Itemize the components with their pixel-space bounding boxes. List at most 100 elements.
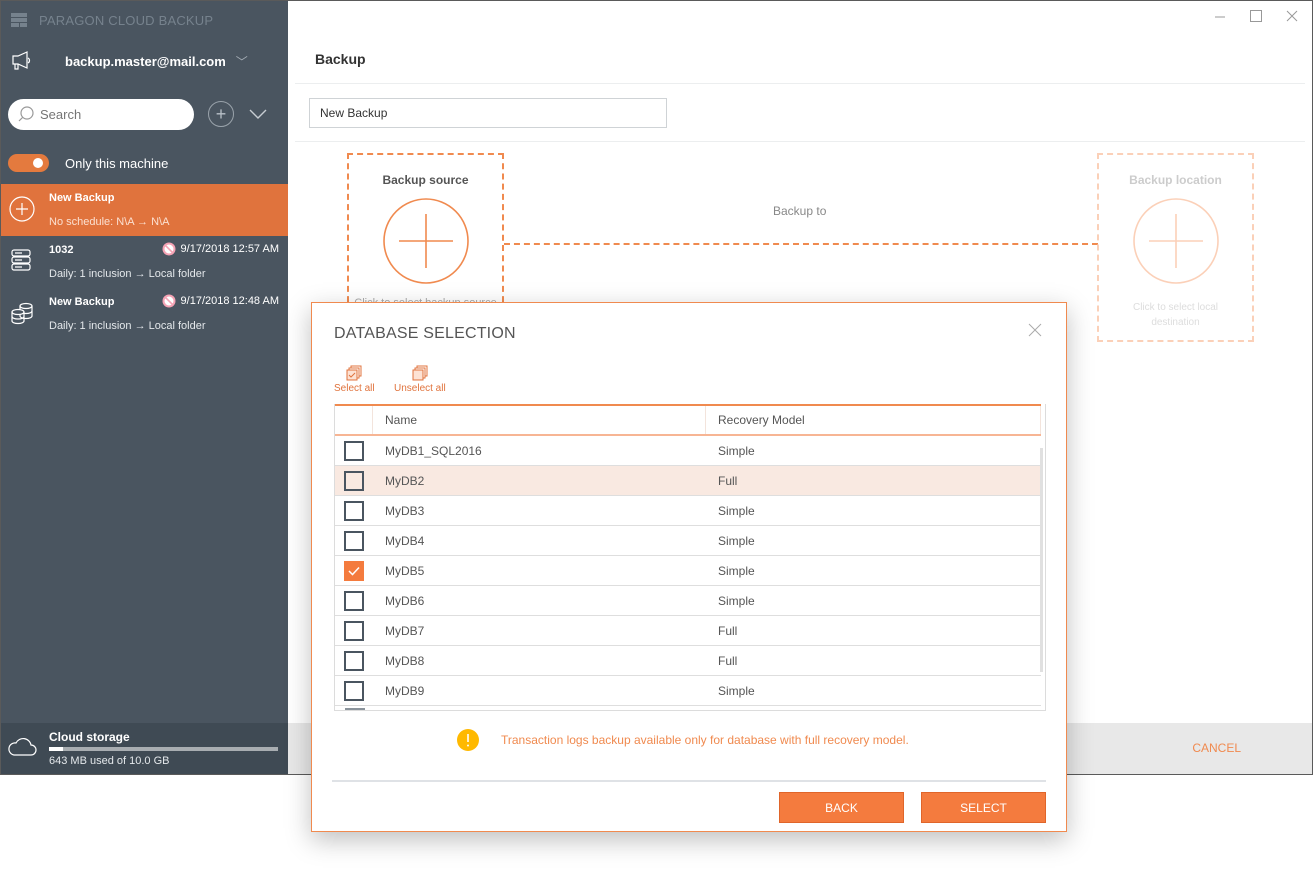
row-checkbox-cell [335,440,373,461]
account-selector[interactable]: backup.master@mail.com ﹀ [11,49,248,73]
database-icon [11,302,33,325]
database-grid: Name Recovery Model MyDB1_SQL2016 Simple M… [334,404,1046,711]
only-this-machine-toggle[interactable] [8,154,49,172]
database-name: MyDB3 [385,503,425,518]
search-row: + [8,98,283,130]
add-circle-icon [9,196,35,222]
source-destination-connector [504,243,1098,245]
table-row[interactable]: MyDB8 Full [335,646,1041,676]
minimize-button[interactable] [1213,9,1227,23]
plan-date-text: 9/17/2018 12:57 AM [180,243,279,255]
add-destination-icon[interactable] [1132,197,1220,285]
chevron-down-icon[interactable] [249,108,267,120]
cloud-storage-label: Cloud storage [49,730,130,744]
plan-item-1032[interactable]: 1032 9/17/2018 12:57 AM Daily: 1 inclusi… [1,236,288,288]
database-name: MyDB5 [385,563,425,578]
recovery-model: Simple [718,683,755,698]
maximize-button[interactable] [1249,9,1263,23]
add-plan-button[interactable]: + [208,101,234,127]
database-name: MyDB6 [385,593,425,608]
table-row[interactable]: MyDB6 Simple [335,586,1041,616]
plan-name: 1032 [49,244,74,256]
add-source-icon[interactable] [382,197,470,285]
column-header-checkbox [335,406,373,434]
row-checkbox[interactable] [344,440,364,461]
plan-subtitle: Daily: 1 inclusion → Local folder [49,320,206,332]
chevron-down-icon[interactable]: ﹀ [236,53,248,70]
app-title-bar: PARAGON CLOUD BACKUP [11,10,213,30]
app-title: PARAGON CLOUD BACKUP [39,12,214,28]
plan-name: New Backup [49,296,115,308]
row-checkbox-cell [335,470,373,491]
row-checkbox[interactable] [344,500,364,521]
row-checkbox-cell [335,620,373,641]
close-window-button[interactable] [1285,9,1299,23]
select-all-icon [346,365,362,381]
server-stack-icon [11,13,27,27]
database-name: MyDB7 [385,623,425,638]
backup-source-title: Backup source [382,173,469,187]
database-name: MyDB2 [385,473,425,488]
recovery-model: Simple [718,563,755,578]
recovery-model-notice: Transaction logs backup available only f… [457,729,909,751]
row-checkbox-cell [335,680,373,701]
divider [295,141,1305,142]
row-checkbox[interactable] [344,620,364,641]
recovery-model: Full [718,623,738,638]
storage-usage-fill [49,747,64,751]
cloud-storage-panel[interactable]: Cloud storage 643 MB used of 10.0 GB [1,723,288,774]
database-name: MyDB8 [385,653,425,668]
plan-item-new-backup[interactable]: New Backup No schedule: N\A → N\A [1,184,288,236]
storage-usage-text: 643 MB used of 10.0 GB [49,755,170,767]
no-entry-icon [162,242,176,256]
column-header-name[interactable]: Name [373,406,706,434]
plan-date: 9/17/2018 12:48 AM [162,294,279,308]
table-row[interactable]: MyDB7 Full [335,616,1041,646]
select-all-button[interactable]: Select all [334,365,375,394]
plan-item-new-backup-db[interactable]: New Backup 9/17/2018 12:48 AM Daily: 1 i… [1,288,288,340]
unselect-all-button[interactable]: Unselect all [394,365,446,394]
only-this-machine-row: Only this machine [8,153,168,173]
backup-location-box[interactable]: Backup location Click to select local de… [1097,153,1254,342]
select-button[interactable]: SELECT [921,792,1046,823]
table-row[interactable]: MyDB4 Simple [335,526,1041,556]
table-row[interactable]: MyDB5 Simple [335,556,1041,586]
megaphone-icon [12,51,31,70]
plan-date-text: 9/17/2018 12:48 AM [180,295,279,307]
table-row[interactable]: MyDB2 Full [335,466,1041,496]
recovery-model: Full [718,653,738,668]
column-header-recovery-model[interactable]: Recovery Model [706,406,1041,434]
row-checkbox[interactable] [344,590,364,611]
warning-icon [457,729,479,751]
recovery-model: Simple [718,443,755,458]
search-box[interactable] [8,98,194,130]
table-row[interactable]: MyDB3 Simple [335,496,1041,526]
divider [332,780,1046,782]
close-icon[interactable] [1028,323,1042,337]
row-checkbox[interactable] [344,560,364,581]
table-row[interactable]: MyDB9 Simple [335,676,1041,706]
back-button[interactable]: BACK [779,792,904,823]
account-email: backup.master@mail.com [65,53,226,69]
recovery-model: Simple [718,533,755,548]
row-checkbox-cell [335,530,373,551]
notice-text: Transaction logs backup available only f… [501,733,909,747]
database-name: MyDB1_SQL2016 [385,443,482,458]
row-checkbox[interactable] [344,650,364,671]
vertical-scrollbar[interactable] [1040,448,1043,672]
unselect-all-label: Unselect all [394,383,446,394]
cloud-icon [8,737,37,756]
row-checkbox[interactable] [344,470,364,491]
page-title: Backup [315,51,366,67]
search-input[interactable] [40,106,180,122]
no-entry-icon [162,294,176,308]
row-checkbox[interactable] [344,680,364,701]
plan-date: 9/17/2018 12:57 AM [162,242,279,256]
backup-location-title: Backup location [1129,173,1222,187]
divider [295,83,1305,84]
table-row[interactable]: MyDB1_SQL2016 Simple [335,436,1041,466]
cancel-button[interactable]: CANCEL [1192,741,1241,755]
backup-name-input[interactable] [309,98,667,128]
row-checkbox[interactable] [344,530,364,551]
horizontal-scrollbar[interactable] [345,708,365,710]
